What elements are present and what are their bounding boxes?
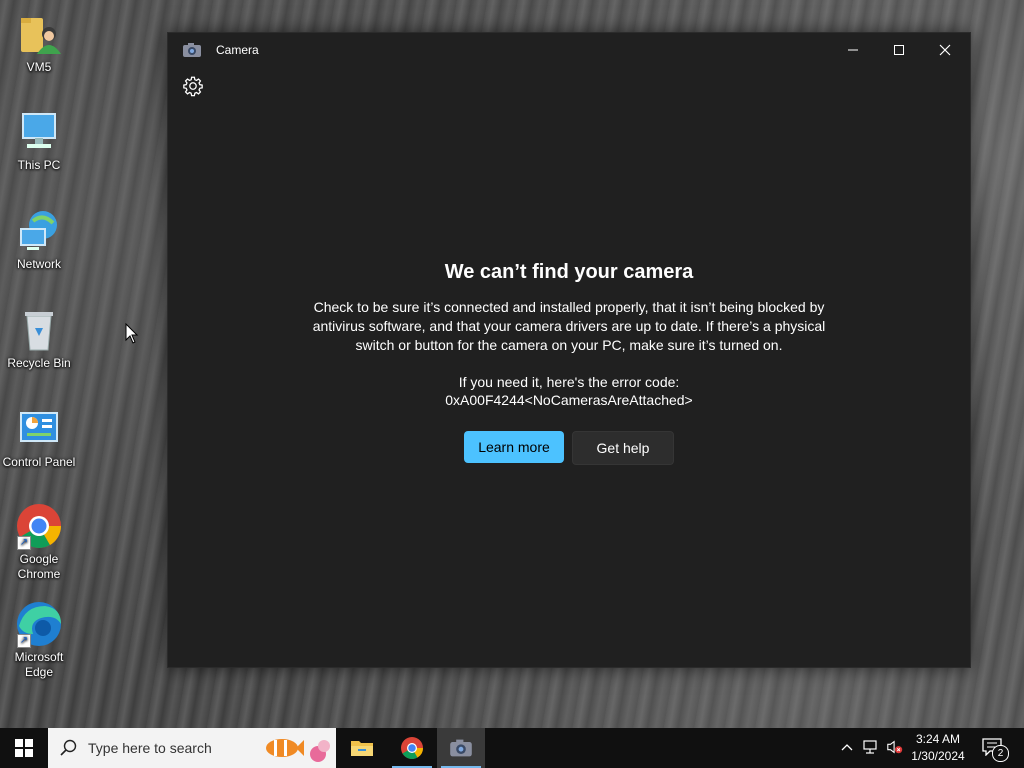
camera-window: Camera We can’t find your camera Check t… bbox=[167, 32, 971, 668]
maximize-icon bbox=[894, 45, 904, 55]
taskbar-chrome[interactable] bbox=[388, 728, 436, 768]
start-button[interactable] bbox=[0, 728, 48, 768]
volume-muted-icon bbox=[887, 740, 903, 754]
notifications-button[interactable]: 2 bbox=[980, 736, 1009, 762]
error-code-label: If you need it, here's the error code: bbox=[458, 374, 680, 390]
network-tray-button[interactable] bbox=[862, 738, 880, 756]
get-help-button[interactable]: Get help bbox=[572, 431, 674, 465]
shortcut-arrow-icon: ↗ bbox=[17, 634, 31, 648]
mouse-cursor-icon bbox=[125, 323, 139, 344]
edge-icon: ↗ bbox=[15, 600, 63, 648]
maximize-button[interactable] bbox=[876, 33, 922, 67]
desktop-icon-this-pc[interactable]: This PC bbox=[0, 108, 78, 173]
error-description: Check to be sure it’s connected and inst… bbox=[312, 299, 826, 353]
close-icon bbox=[939, 44, 951, 56]
control-panel-icon bbox=[15, 405, 63, 453]
taskbar-camera[interactable] bbox=[437, 728, 485, 768]
taskbar: Type here to search 3:24 AM 1/30/2024 2 bbox=[0, 728, 1024, 768]
desktop-icon-label: Control Panel bbox=[2, 455, 76, 469]
desktop-icon-label: This PC bbox=[17, 158, 61, 172]
chevron-up-icon bbox=[841, 744, 853, 751]
show-hidden-icons-button[interactable] bbox=[838, 738, 856, 756]
network-icon bbox=[15, 207, 63, 255]
taskbar-clock[interactable]: 3:24 AM 1/30/2024 bbox=[904, 731, 972, 765]
file-explorer-icon bbox=[351, 741, 373, 756]
user-folder-icon bbox=[15, 10, 63, 58]
chrome-icon: ↗ bbox=[15, 502, 63, 550]
desktop-icon-label: Recycle Bin bbox=[7, 356, 71, 370]
search-box[interactable]: Type here to search bbox=[48, 728, 336, 768]
recycle-bin-icon bbox=[15, 306, 63, 354]
shortcut-arrow-icon: ↗ bbox=[17, 536, 31, 550]
windows-logo-icon bbox=[15, 739, 33, 757]
gear-icon bbox=[183, 76, 203, 97]
title-bar[interactable]: Camera bbox=[168, 33, 970, 67]
network-wired-icon bbox=[863, 740, 877, 754]
desktop-icon-label: Google Chrome bbox=[17, 552, 61, 581]
camera-icon bbox=[450, 739, 472, 757]
desktop-icon-recycle-bin[interactable]: Recycle Bin bbox=[0, 306, 78, 371]
error-heading: We can’t find your camera bbox=[444, 261, 694, 283]
desktop-icon-network[interactable]: Network bbox=[0, 207, 78, 272]
desktop-icon-vm5[interactable]: VM5 bbox=[0, 10, 78, 75]
search-highlight-icon bbox=[266, 739, 330, 762]
close-button[interactable] bbox=[922, 33, 968, 67]
minimize-icon bbox=[848, 49, 858, 51]
error-panel: We can’t find your camera Check to be su… bbox=[168, 261, 970, 465]
desktop-icon-label: Network bbox=[16, 257, 61, 271]
minimize-button[interactable] bbox=[830, 33, 876, 67]
desktop-icon-label: Microsoft Edge bbox=[14, 650, 64, 679]
notification-count: 2 bbox=[992, 745, 1009, 762]
learn-more-button[interactable]: Learn more bbox=[464, 431, 564, 463]
desktop-icon-microsoft-edge[interactable]: ↗ Microsoft Edge bbox=[0, 600, 78, 680]
volume-tray-button[interactable] bbox=[886, 738, 904, 756]
search-placeholder: Type here to search bbox=[88, 740, 212, 756]
desktop-icon-label: VM5 bbox=[26, 60, 52, 74]
clock-date: 1/30/2024 bbox=[911, 749, 965, 763]
window-title: Camera bbox=[216, 43, 259, 57]
desktop-icon-control-panel[interactable]: Control Panel bbox=[0, 405, 78, 470]
taskbar-file-explorer[interactable] bbox=[338, 728, 386, 768]
clock-time: 3:24 AM bbox=[915, 732, 961, 746]
settings-button[interactable] bbox=[182, 75, 204, 97]
camera-icon bbox=[182, 42, 202, 58]
search-icon bbox=[60, 739, 77, 756]
chrome-icon bbox=[401, 737, 423, 759]
error-code: 0xA00F4244<NoCamerasAreAttached> bbox=[445, 392, 693, 408]
computer-icon bbox=[15, 108, 63, 156]
desktop-icon-google-chrome[interactable]: ↗ Google Chrome bbox=[0, 502, 78, 582]
